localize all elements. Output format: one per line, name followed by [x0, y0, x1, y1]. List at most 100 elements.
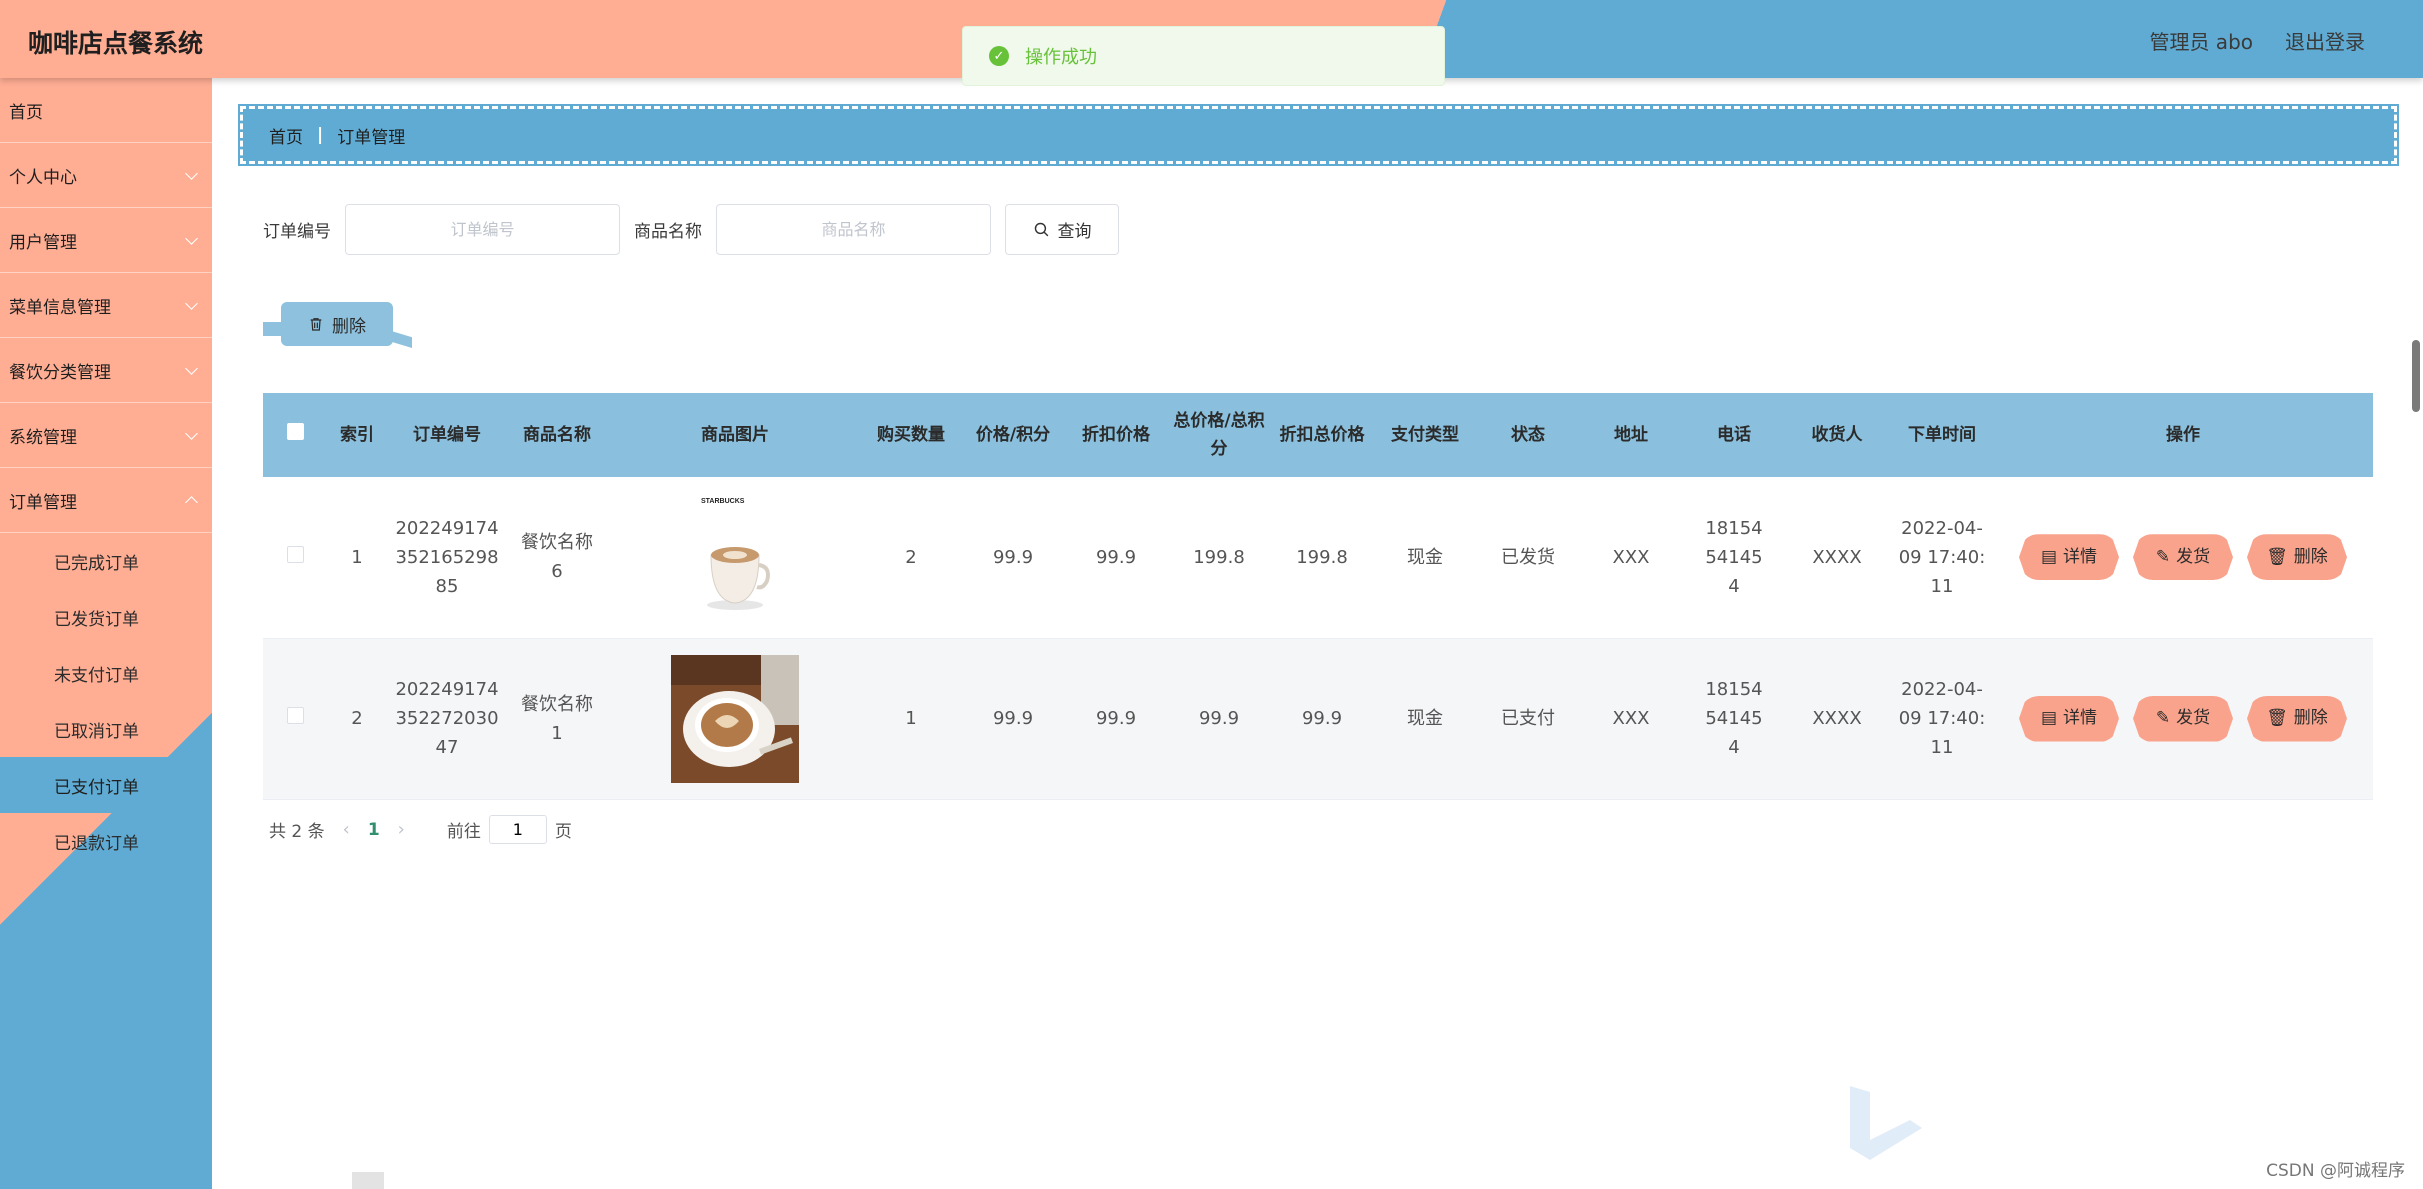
header-product-name: 商品名称: [507, 393, 607, 477]
admin-label[interactable]: 管理员 abo: [2149, 26, 2253, 55]
sidebar-item-profile[interactable]: 个人中心: [0, 143, 212, 208]
cell-phone: 18154541454: [1685, 638, 1783, 800]
chevron-down-icon: [185, 232, 198, 245]
cell-discount-total: 199.8: [1273, 477, 1371, 639]
sidebar-item-label: 餐饮分类管理: [9, 362, 111, 383]
cell-order-time: 2022-04-09 17:40:11: [1891, 638, 1993, 800]
submenu-shipped-orders[interactable]: 已发货订单: [0, 589, 212, 645]
cell-order-no: 20224917435216529885: [387, 477, 507, 639]
header-total: 总价格/总积分: [1165, 393, 1273, 477]
document-icon: ▤: [2040, 708, 2058, 728]
image-brand-text: STARBUCKS: [701, 498, 745, 505]
sidebar-item-label: 菜单信息管理: [9, 297, 111, 318]
detail-button[interactable]: ▤ 详情: [2019, 534, 2119, 581]
ship-button-label: 发货: [2176, 708, 2211, 728]
header-index: 索引: [327, 393, 387, 477]
sidebar-item-label: 个人中心: [9, 167, 77, 188]
chevron-left-icon[interactable]: ‹: [343, 819, 350, 840]
pagination-goto: 前往 页: [447, 815, 572, 844]
logout-link[interactable]: 退出登录: [2285, 26, 2365, 55]
cell-status: 已发货: [1479, 477, 1577, 639]
page-number[interactable]: 1: [368, 820, 380, 840]
trash-icon: 🗑: [2266, 546, 2288, 567]
sidebar-item-menu-info[interactable]: 菜单信息管理: [0, 273, 212, 338]
row-checkbox[interactable]: [286, 545, 304, 563]
document-icon: ▤: [2040, 546, 2058, 567]
sidebar-item-label: 用户管理: [9, 232, 77, 253]
cell-pay-type: 现金: [1371, 638, 1479, 800]
sidebar-item-users[interactable]: 用户管理: [0, 208, 212, 273]
page-suffix: 页: [554, 822, 572, 842]
cell-price: 99.9: [959, 638, 1067, 800]
cell-receiver: XXXX: [1783, 638, 1891, 800]
sidebar-item-label: 系统管理: [9, 427, 77, 448]
header-pay-type: 支付类型: [1371, 393, 1479, 477]
cell-price: 99.9: [959, 477, 1067, 639]
submenu-refunded-orders[interactable]: 已退款订单: [0, 813, 212, 869]
bulk-delete-button[interactable]: 删除: [281, 302, 393, 346]
delete-button-label: 删除: [2293, 546, 2328, 567]
trash-icon: [310, 318, 322, 331]
cell-receiver: XXXX: [1783, 477, 1891, 639]
search-bar: 订单编号 商品名称 查询: [263, 204, 1119, 255]
cell-address: XXX: [1577, 477, 1685, 639]
cell-product-image: [607, 638, 863, 800]
pagination-total: 共 2 条: [269, 822, 325, 842]
header-discount-price: 折扣价格: [1067, 393, 1165, 477]
sidebar-item-home[interactable]: 首页: [0, 78, 212, 143]
sidebar-item-orders[interactable]: 订单管理: [0, 468, 212, 533]
chevron-right-icon[interactable]: ›: [398, 819, 405, 840]
order-no-input[interactable]: [345, 204, 620, 255]
search-icon: [1034, 222, 1048, 237]
header-phone: 电话: [1685, 393, 1783, 477]
submenu-completed-orders[interactable]: 已完成订单: [0, 533, 212, 589]
select-all-checkbox[interactable]: [286, 423, 304, 440]
search-button-label: 查询: [1057, 222, 1092, 242]
ship-button[interactable]: ✎ 发货: [2133, 534, 2233, 581]
breadcrumb-home[interactable]: 首页: [269, 123, 303, 148]
cell-product-name: 餐饮名称1: [507, 638, 607, 800]
app-title: 咖啡店点餐系统: [28, 29, 204, 58]
success-toast: ✓ 操作成功: [962, 26, 1445, 86]
header-status: 状态: [1479, 393, 1577, 477]
coffee-cup-image: STARBUCKS: [671, 493, 799, 622]
orders-table: 索引 订单编号 商品名称 商品图片 购买数量 价格/积分 折扣价格 总价格/总积…: [263, 393, 2373, 800]
vertical-scrollbar[interactable]: [2412, 340, 2420, 412]
breadcrumb-separator: |: [317, 125, 324, 145]
header-product-image: 商品图片: [607, 393, 863, 477]
delete-button[interactable]: 🗑 删除: [2247, 695, 2347, 742]
header-order-time: 下单时间: [1891, 393, 1993, 477]
delete-button[interactable]: 🗑 删除: [2247, 534, 2347, 581]
submenu-paid-orders[interactable]: 已支付订单: [0, 757, 212, 813]
ship-button[interactable]: ✎ 发货: [2133, 695, 2233, 742]
product-name-label: 商品名称: [634, 222, 702, 242]
cell-discount-price: 99.9: [1067, 638, 1165, 800]
breadcrumb: 首页 | 订单管理: [238, 104, 2399, 166]
delete-button-label: 删除: [2293, 708, 2328, 728]
table-header-row: 索引 订单编号 商品名称 商品图片 购买数量 价格/积分 折扣价格 总价格/总积…: [263, 393, 2373, 477]
header-price: 价格/积分: [959, 393, 1067, 477]
bulk-delete-label: 删除: [332, 316, 366, 337]
edit-icon: ✎: [2155, 546, 2171, 567]
breadcrumb-current: 订单管理: [337, 127, 406, 148]
submenu-unpaid-orders[interactable]: 未支付订单: [0, 645, 212, 701]
row-select-cell: [263, 477, 327, 639]
sidebar-item-category[interactable]: 餐饮分类管理: [0, 338, 212, 403]
bing-logo-icon: [1850, 1086, 1922, 1160]
cell-pay-type: 现金: [1371, 477, 1479, 639]
product-name-input[interactable]: [716, 204, 991, 255]
cell-qty: 2: [863, 477, 959, 639]
sidebar-item-system[interactable]: 系统管理: [0, 403, 212, 468]
header-select-all[interactable]: [263, 393, 327, 477]
search-button[interactable]: 查询: [1005, 204, 1119, 255]
goto-page-input[interactable]: [488, 815, 547, 844]
cell-product-image: STARBUCKS: [607, 477, 863, 639]
row-checkbox[interactable]: [286, 707, 304, 724]
check-circle-icon: ✓: [989, 46, 1009, 66]
detail-button[interactable]: ▤ 详情: [2019, 695, 2119, 742]
submenu-cancelled-orders[interactable]: 已取消订单: [0, 701, 212, 757]
cell-discount-total: 99.9: [1273, 638, 1371, 800]
chevron-down-icon: [185, 362, 198, 375]
ship-button-label: 发货: [2176, 546, 2211, 567]
cell-index: 1: [327, 477, 387, 639]
